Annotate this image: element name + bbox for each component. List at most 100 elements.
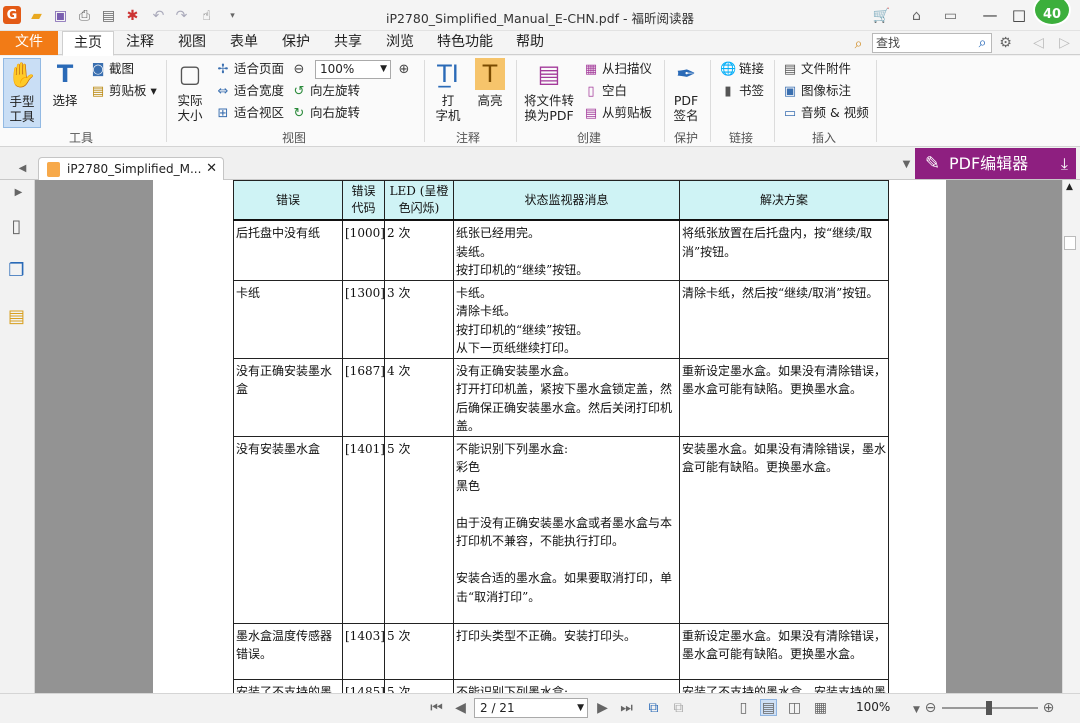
tab-protect[interactable]: 保护	[274, 31, 318, 55]
fit-page-button[interactable]: ✢ 适合页面	[215, 59, 284, 79]
zoom-in-button[interactable]: ⊕	[396, 59, 415, 79]
tab-view[interactable]: 视图	[170, 31, 214, 55]
file-attachment-button[interactable]: ▤ 文件附件	[782, 59, 851, 79]
document-viewer[interactable]: 错误 错误 代码 LED (呈橙 色闪烁) 状态监视器消息 解决方案 后托盘中没…	[35, 180, 1062, 693]
continuous-page-icon[interactable]: ▤	[760, 699, 777, 716]
from-scanner-button[interactable]: ▦ 从扫描仪	[583, 59, 652, 79]
av-label: 音频 & 视频	[801, 105, 869, 120]
page-number-input[interactable]: 2 / 21 ▼	[474, 698, 588, 718]
zoom-select[interactable]: 100% ▼	[315, 60, 391, 79]
video-icon: ▭	[783, 106, 797, 121]
vertical-scrollbar[interactable]: ▲	[1062, 180, 1080, 693]
image-annotation-button[interactable]: ▣ 图像标注	[782, 81, 851, 101]
last-page-icon[interactable]: ⏭	[618, 699, 635, 716]
group-links-label: 链接	[728, 131, 753, 145]
actual-size-button[interactable]: ▢ 实际 大小	[171, 58, 209, 124]
hand-tool-button[interactable]: ✋ 手型 工具	[3, 58, 41, 128]
pdf-editor-button[interactable]: ✎ PDF编辑器 ⤓	[915, 148, 1076, 179]
cell-led: 5 次	[384, 622, 454, 680]
prev-page-icon[interactable]: ◀	[452, 699, 469, 716]
document-tab[interactable]: iP2780_Simplified_M... ✕	[38, 157, 224, 181]
cell-solution: 清除卡纸，然后按“继续/取消”按钮。	[679, 279, 889, 359]
tab-list-arrow-icon[interactable]: ◀	[14, 160, 31, 177]
bookmark-button[interactable]: ▮ 书签	[720, 81, 764, 101]
maximize-button[interactable]: □	[1005, 4, 1033, 26]
next-page-icon[interactable]: ▶	[594, 699, 611, 716]
select-tool-button[interactable]: T 选择	[46, 58, 84, 109]
next-result-icon[interactable]: ▷	[1056, 34, 1073, 51]
tabs-dropdown-icon[interactable]: ▼	[898, 156, 915, 173]
fit-width-button[interactable]: ⇔ 适合宽度	[215, 81, 284, 101]
settings-gear-icon[interactable]: ⚙	[997, 34, 1014, 51]
page-indicator: 2 / 21	[480, 701, 515, 715]
find-folder-icon[interactable]: ⌕	[850, 35, 867, 52]
cell-message: 卡纸。 清除卡纸。 按打印机的“继续”按钮。 从下一页纸继续打印。	[453, 279, 680, 359]
comments-icon[interactable]: ▤	[8, 306, 25, 327]
image-label: 图像标注	[801, 83, 852, 98]
pdf-editor-label: PDF编辑器	[949, 154, 1029, 173]
bookmark-label: 书签	[739, 83, 765, 98]
from-clipboard-label: 从剪贴板	[602, 105, 653, 120]
fit-visible-label: 适合视区	[234, 105, 285, 120]
typewriter-button[interactable]: T̲I 打 字机	[429, 58, 467, 124]
group-create-label: 创建	[576, 131, 601, 145]
cell-code: [1300]	[342, 279, 385, 359]
tab-file[interactable]: 文件	[0, 31, 58, 55]
tab-browse[interactable]: 浏览	[378, 31, 422, 55]
restore-ribbon-icon[interactable]: ▭	[942, 7, 959, 24]
clipboard-icon: ▤	[91, 84, 105, 99]
fit-visible-button[interactable]: ⊞ 适合视区	[215, 103, 284, 123]
cell-led: 5 次	[384, 435, 454, 624]
chevron-down-icon: ▼	[577, 703, 584, 713]
tab-form[interactable]: 表单	[222, 31, 266, 55]
tab-share[interactable]: 共享	[326, 31, 370, 55]
tab-features[interactable]: 特色功能	[430, 31, 500, 55]
header-code: 错误 代码	[342, 180, 385, 221]
highlight-icon: T	[475, 58, 505, 90]
skin-icon[interactable]: ⌂	[908, 7, 925, 24]
scrollbar-thumb[interactable]	[1064, 236, 1076, 250]
first-page-icon[interactable]: ⏮	[428, 699, 445, 716]
group-protect-label: 保护	[673, 131, 698, 145]
previous-view-icon[interactable]: ⧉	[645, 699, 662, 716]
from-clipboard-button[interactable]: ▤ 从剪贴板	[583, 103, 652, 123]
shop-icon[interactable]: 🛒	[873, 7, 890, 24]
fit-width-label: 适合宽度	[234, 83, 285, 98]
facing-page-icon[interactable]: ◫	[786, 699, 803, 716]
rotate-right-button[interactable]: ↻ 向右旋转	[291, 103, 360, 123]
header-error: 错误	[233, 180, 343, 221]
status-zoom-value[interactable]: 100%	[856, 700, 890, 714]
zoom-out-button[interactable]: ⊖	[291, 59, 310, 79]
snapshot-button[interactable]: ◙ 截图	[90, 59, 134, 79]
close-tab-icon[interactable]: ✕	[206, 158, 217, 180]
cell-error: 安装了不支持的墨水盒。	[233, 678, 343, 693]
layers-icon[interactable]: ❐	[8, 260, 25, 281]
rotate-right-icon: ↻	[293, 106, 305, 121]
highlight-button[interactable]: T 高亮	[471, 58, 509, 108]
search-icon[interactable]: ⌕	[974, 34, 991, 51]
link-button[interactable]: 🌐 链接	[720, 59, 764, 79]
convert-to-pdf-button[interactable]: ▤ 将文件转 换为PDF	[521, 58, 577, 124]
cell-error: 没有安装墨水盒	[233, 435, 343, 624]
status-zoom-out-icon[interactable]: ⊖	[922, 699, 939, 716]
tab-home[interactable]: 主页	[62, 31, 114, 56]
status-zoom-in-icon[interactable]: ⊕	[1040, 699, 1057, 716]
cell-led: 4 次	[384, 357, 454, 437]
rotate-left-button[interactable]: ↺ 向左旋转	[291, 81, 360, 101]
page-thumbnail-icon[interactable]: ▯	[8, 216, 25, 237]
tab-comment[interactable]: 注释	[118, 31, 162, 55]
zoom-slider-handle[interactable]	[986, 701, 992, 715]
blank-button[interactable]: ▯ 空白	[583, 81, 627, 101]
clipboard-button[interactable]: ▤ 剪贴板 ▾	[90, 81, 157, 101]
single-page-icon[interactable]: ▯	[735, 699, 752, 716]
audio-video-button[interactable]: ▭ 音频 & 视频	[782, 103, 869, 123]
continuous-facing-icon[interactable]: ▦	[812, 699, 829, 716]
scroll-up-icon[interactable]: ▲	[1066, 182, 1073, 192]
tab-help[interactable]: 帮助	[508, 31, 552, 55]
pdf-page: 错误 错误 代码 LED (呈橙 色闪烁) 状态监视器消息 解决方案 后托盘中没…	[153, 180, 946, 693]
next-view-icon[interactable]: ⧉	[670, 699, 687, 716]
prev-result-icon[interactable]: ◁	[1030, 34, 1047, 51]
expand-panel-icon[interactable]: ▶	[10, 184, 27, 201]
pdf-sign-button[interactable]: ✒ PDF 签名	[668, 58, 704, 124]
minimize-button[interactable]: —	[976, 4, 1004, 26]
